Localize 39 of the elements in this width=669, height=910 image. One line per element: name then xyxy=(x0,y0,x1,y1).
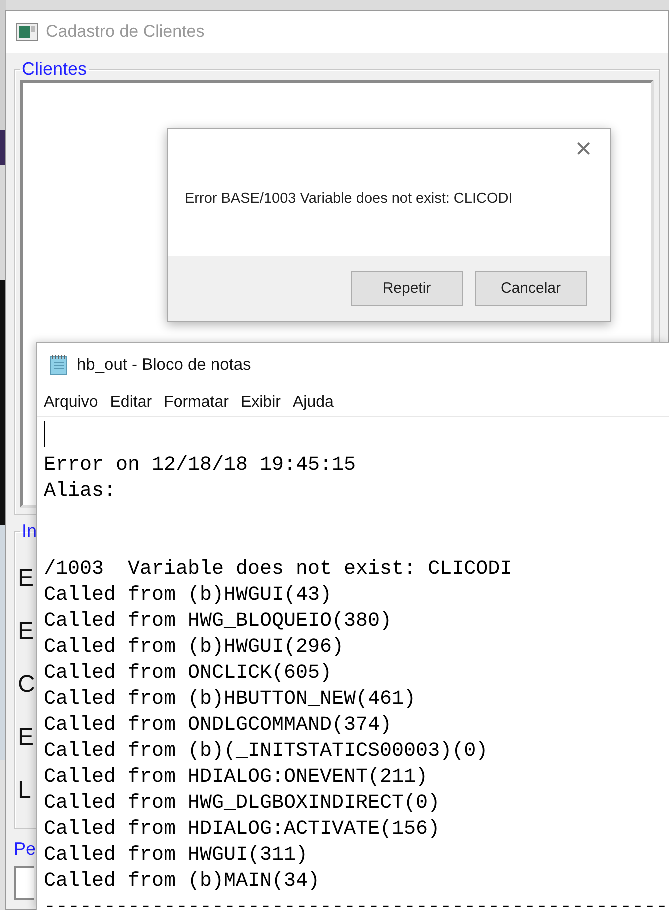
cancel-button[interactable]: Cancelar xyxy=(475,271,587,306)
text-line: ---------------------------------------------------- xyxy=(44,895,668,910)
text-line: Called from HDIALOG:ACTIVATE(156) xyxy=(44,817,440,843)
text-line: Called from (b)MAIN(34) xyxy=(44,869,320,895)
text-cursor xyxy=(44,421,45,447)
group-label: Clientes xyxy=(21,59,88,80)
field-label: E xyxy=(18,617,34,647)
menu-item[interactable]: Arquivo xyxy=(44,390,98,416)
notepad-icon xyxy=(49,354,69,376)
window-title: hb_out - Bloco de notas xyxy=(77,356,252,374)
text-line: Called from (b)HWGUI(296) xyxy=(44,635,344,661)
retry-button[interactable]: Repetir xyxy=(351,271,463,306)
text-line: Called from (b)(_INITSTATICS00003)(0) xyxy=(44,739,488,765)
input-field[interactable] xyxy=(14,866,34,900)
menu-item[interactable]: Ajuda xyxy=(292,390,334,416)
text-line: Called from ONCLICK(605) xyxy=(44,661,332,687)
menu-item[interactable]: Editar xyxy=(110,390,152,416)
text-line: Called from ONDLGCOMMAND(374) xyxy=(44,713,392,739)
field-label: E xyxy=(18,723,34,753)
text-line: Called from (b)HBUTTON_NEW(461) xyxy=(44,687,416,713)
text-line: Called from HWGUI(311) xyxy=(44,843,308,869)
field-label: Pe xyxy=(14,839,36,860)
menu-item[interactable]: Formatar xyxy=(164,390,229,416)
close-button[interactable]: × xyxy=(572,135,596,163)
group-label: In xyxy=(21,521,38,542)
error-message: Error BASE/1003 Variable does not exist: CLICODI xyxy=(185,191,514,207)
text-line: Called from HWG_DLGBOXINDIRECT(0) xyxy=(44,791,440,817)
text-line: Called from HWG_BLOQUEIO(380) xyxy=(44,609,392,635)
field-label: E xyxy=(18,564,34,594)
field-label: L xyxy=(18,776,32,806)
text-line: Called from HDIALOG:ONEVENT(211) xyxy=(44,765,428,791)
window-icon xyxy=(16,23,38,41)
text-line: Alias: xyxy=(44,479,116,505)
text-line: Called from (b)HWGUI(43) xyxy=(44,583,332,609)
window-title: Cadastro de Clientes xyxy=(46,22,205,42)
menu-item[interactable]: Exibir xyxy=(240,390,281,416)
text-line: Error on 12/18/18 19:45:15 xyxy=(44,453,356,479)
field-label: C xyxy=(18,670,36,700)
text-line: /1003 Variable does not exist: CLICODI xyxy=(44,557,512,583)
